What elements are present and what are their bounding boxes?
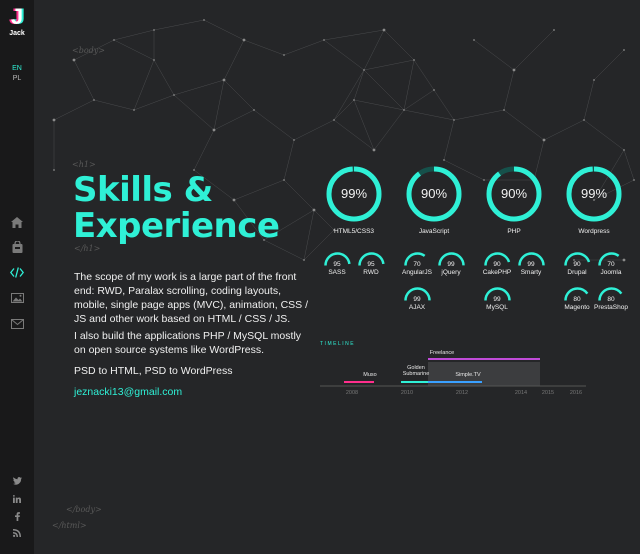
skill-label: HTML5/CSS3 xyxy=(333,228,375,235)
code-icon[interactable] xyxy=(8,264,26,280)
logo[interactable]: J Jack xyxy=(4,4,30,38)
lang-en-link[interactable]: EN xyxy=(0,65,34,72)
minor-skill-label: Joomla xyxy=(600,269,622,276)
minor-skill-value: 80 xyxy=(573,296,581,303)
skill-label: JavaScript xyxy=(418,228,450,235)
lang-pl-link[interactable]: PL xyxy=(0,75,34,82)
facebook-icon[interactable] xyxy=(12,512,22,522)
h1-open-tag: <h1> xyxy=(72,160,96,169)
timeline-year: 2014 xyxy=(515,390,527,396)
timeline-year: 2012 xyxy=(456,390,468,396)
logo-mark: J xyxy=(10,4,24,29)
minor-skill-value: 99 xyxy=(413,296,421,303)
mail-icon[interactable] xyxy=(8,316,26,332)
timeline-label: Golden Submarine xyxy=(403,365,430,377)
timeline-year: 2008 xyxy=(346,390,358,396)
skill-percent: 99% xyxy=(340,186,368,201)
image-icon[interactable] xyxy=(8,290,26,306)
sidebar: J Jack EN PL xyxy=(0,0,34,554)
minor-skill-label: Smarty xyxy=(520,269,542,276)
php-paragraph: I also build the applications PHP / MySQ… xyxy=(74,330,302,356)
minor-skill-value: 99 xyxy=(527,261,535,268)
skill-percent: 90% xyxy=(420,186,448,201)
minor-skill-value: 99 xyxy=(493,296,501,303)
timeline-title: TIMELINE xyxy=(320,341,356,347)
timeline-chart: Muso Golden Submarine Simple.TV Freelance 200… xyxy=(320,350,586,396)
twitter-icon[interactable] xyxy=(12,477,22,487)
email-link[interactable]: jeznacki13@gmail.com xyxy=(74,386,182,398)
minor-skill-value: 70 xyxy=(413,261,421,268)
timeline-year: 2010 xyxy=(401,390,413,396)
html-close-tag: </html> xyxy=(52,521,87,530)
minor-skill-value: 80 xyxy=(607,296,615,303)
title-line-2: Experience xyxy=(73,206,280,246)
logo-name: Jack xyxy=(9,30,25,37)
body-open-tag: <body> xyxy=(72,46,105,55)
linkedin-icon[interactable] xyxy=(12,495,22,505)
timeline-label: Muso xyxy=(363,372,376,378)
minor-skill-value: 70 xyxy=(607,261,615,268)
minor-skill-value: 90 xyxy=(493,261,501,268)
minor-skill-value: 99 xyxy=(447,261,455,268)
timeline-year: 2016 xyxy=(570,390,582,396)
timeline-year: 2015 xyxy=(542,390,554,396)
minor-skill-label: MySQL xyxy=(486,304,508,311)
bag-icon[interactable] xyxy=(8,239,26,255)
skill-percent: 99% xyxy=(580,186,608,201)
timeline-label: Freelance xyxy=(430,350,454,356)
minor-skill-value: 90 xyxy=(573,261,581,268)
skill-percent: 90% xyxy=(500,186,528,201)
body-close-tag: </body> xyxy=(66,505,102,514)
page-title: Skills & Experience xyxy=(73,170,280,246)
minor-skill-value: 95 xyxy=(333,261,341,268)
intro-paragraph: The scope of my work is a large part of … xyxy=(74,271,309,325)
home-icon[interactable] xyxy=(8,214,26,230)
rss-icon[interactable] xyxy=(12,529,22,539)
timeline-label: Simple.TV xyxy=(455,372,481,378)
minor-skill-label: AJAX xyxy=(408,304,426,311)
skill-label: Wordpress xyxy=(578,228,610,235)
minor-skill-value: 95 xyxy=(367,261,375,268)
title-line-1: Skills & xyxy=(73,170,213,210)
psd-paragraph: PSD to HTML, PSD to WordPress xyxy=(74,365,233,377)
skill-label: PHP xyxy=(507,228,521,235)
minor-skill-label: RWD xyxy=(363,269,379,276)
minor-skill-label: jQuery xyxy=(441,269,461,276)
minor-skill-label: PrestaShop xyxy=(594,304,628,311)
